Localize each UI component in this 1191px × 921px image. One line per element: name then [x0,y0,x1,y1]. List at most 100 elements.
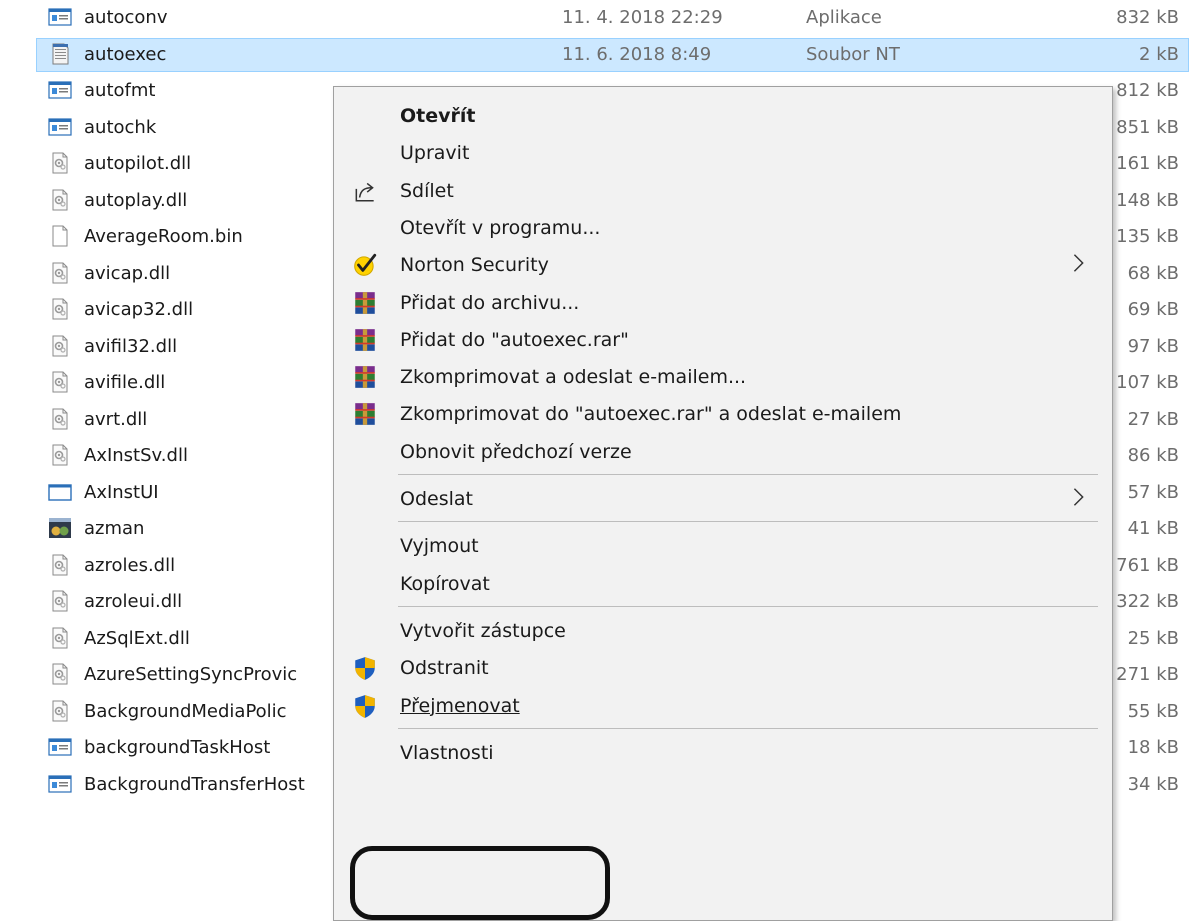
file-name: BackgroundTransferHost [84,773,305,795]
dll-file-icon [48,297,72,321]
menu-separator [398,474,1098,475]
file-size: 322 kB [1116,591,1179,612]
dll-file-icon [48,188,72,212]
file-size: 851 kB [1116,116,1179,138]
menu-item-vyjmout[interactable]: Vyjmout [334,527,1112,565]
file-size: 27 kB [1127,408,1179,430]
menu-item-label: Zkomprimovat do "autoexec.rar" a odeslat… [400,403,902,426]
dll-file-icon [48,699,72,723]
file-size: 832 kB [1116,7,1179,28]
file-name: autofmt [84,80,156,101]
file-row[interactable]: autoexec 11. 6. 2018 8:49 Soubor NT 2 kB [0,37,1191,73]
menu-item-prejmenovat[interactable]: Přejmenovat [334,687,1112,725]
chevron-right-icon [1068,486,1086,512]
menu-item-odstranit[interactable]: Odstranit [334,649,1112,687]
menu-item-zkomprimovat-do-autoexec-rar-a-odeslat-e-mailem[interactable]: Zkomprimovat do "autoexec.rar" a odeslat… [334,395,1112,433]
file-name: AverageRoom.bin [84,226,243,247]
file-size: 69 kB [1127,299,1179,320]
app-icon [48,78,72,102]
menu-item-label: Přidat do archivu... [400,291,580,314]
menu-item-kopirovat[interactable]: Kopírovat [334,565,1112,603]
file-size: 41 kB [1127,518,1179,539]
file-name: backgroundTaskHost [84,737,271,758]
norton-check-icon [352,252,378,278]
file-size: 761 kB [1116,554,1179,576]
menu-item-otevrit-v-programu[interactable]: Otevřít v programu... [334,209,1112,247]
app-icon [48,115,72,139]
file-name: AxInstSv.dll [84,445,188,466]
file-name: avicap32.dll [84,299,194,320]
menu-separator [398,605,1098,607]
menu-item-label: Obnovit předchozí verze [400,440,632,463]
file-name: autochk [84,116,157,138]
file-name: avicap.dll [84,262,171,284]
menu-item-vytvorit-zastupce[interactable]: Vytvořit zástupce [334,612,1112,650]
file-size: 18 kB [1127,737,1179,758]
app-icon [48,772,72,796]
file-size: 135 kB [1116,226,1179,247]
menu-item-label: Sdílet [400,179,454,202]
menu-item-label: Norton Security [400,254,549,277]
menu-item-label: Vytvořit zástupce [400,619,566,642]
file-size: 107 kB [1116,372,1179,393]
file-name: avifil32.dll [84,335,178,357]
menu-item-norton-security[interactable]: Norton Security [334,246,1112,284]
file-name: avifile.dll [84,372,166,393]
blank-file-icon [48,224,72,248]
file-size: 55 kB [1127,700,1179,722]
dll-file-icon [48,626,72,650]
winrar-icon [352,401,378,427]
file-name: azroles.dll [84,554,176,576]
app-icon [48,735,72,759]
file-name: autopilot.dll [84,153,192,174]
menu-item-obnovit-predchozi-verze[interactable]: Obnovit předchozí verze [334,433,1112,471]
menu-item-pridat-do-autoexec-rar[interactable]: Přidat do "autoexec.rar" [334,321,1112,359]
dll-file-icon [48,334,72,358]
dll-file-icon [48,662,72,686]
menu-item-vlastnosti[interactable]: Vlastnosti [334,734,1112,772]
annotation-highlight-properties [350,846,610,920]
file-size: 161 kB [1116,153,1179,174]
file-name: azroleui.dll [84,591,183,612]
file-row[interactable]: autoconv 11. 4. 2018 22:29 Aplikace 832 kB [0,0,1191,36]
file-size: 86 kB [1127,445,1179,466]
file-name: avrt.dll [84,408,148,430]
menu-item-pridat-do-archivu[interactable]: Přidat do archivu... [334,284,1112,322]
file-size: 97 kB [1127,335,1179,357]
file-name: BackgroundMediaPolic [84,700,287,722]
menu-separator [398,521,1098,523]
menu-item-zkomprimovat-a-odeslat-e-mailem[interactable]: Zkomprimovat a odeslat e-mailem... [334,358,1112,396]
menu-item-sdilet[interactable]: Sdílet [334,172,1112,210]
uac-shield-icon [352,693,378,719]
file-name: AzureSettingSyncProvic [84,664,298,685]
menu-item-label: Odstranit [400,657,489,680]
file-name: autoconv [84,7,168,28]
file-name: AxInstUI [84,481,159,503]
file-name: autoexec [84,43,167,65]
share-icon [352,178,378,204]
menu-item-label: Otevřít [400,105,476,127]
uac-shield-icon [352,655,378,681]
file-name: AzSqlExt.dll [84,627,190,649]
file-size: 57 kB [1127,481,1179,503]
menu-separator [398,727,1098,729]
menu-item-label: Odeslat [400,488,473,510]
text-file-icon [48,42,72,66]
window-app-icon [48,480,72,504]
menu-item-upravit[interactable]: Upravit [334,134,1112,172]
menu-item-otevrit[interactable]: Otevřít [334,97,1112,135]
menu-item-label: Přidat do "autoexec.rar" [400,328,629,351]
file-name: azman [84,518,145,539]
context-menu: Otevřít Upravit Sdílet Otevřít v programu..… [333,86,1113,921]
dll-file-icon [48,151,72,175]
menu-item-label: Vyjmout [400,535,479,558]
winrar-icon [352,327,378,353]
azman-app-icon [48,516,72,540]
dll-file-icon [48,553,72,577]
winrar-icon [352,364,378,390]
file-type: Soubor NT [806,43,900,65]
menu-item-label: Přejmenovat [400,694,520,717]
menu-item-odeslat[interactable]: Odeslat [334,480,1112,518]
winrar-icon [352,290,378,316]
file-size: 812 kB [1116,80,1179,101]
